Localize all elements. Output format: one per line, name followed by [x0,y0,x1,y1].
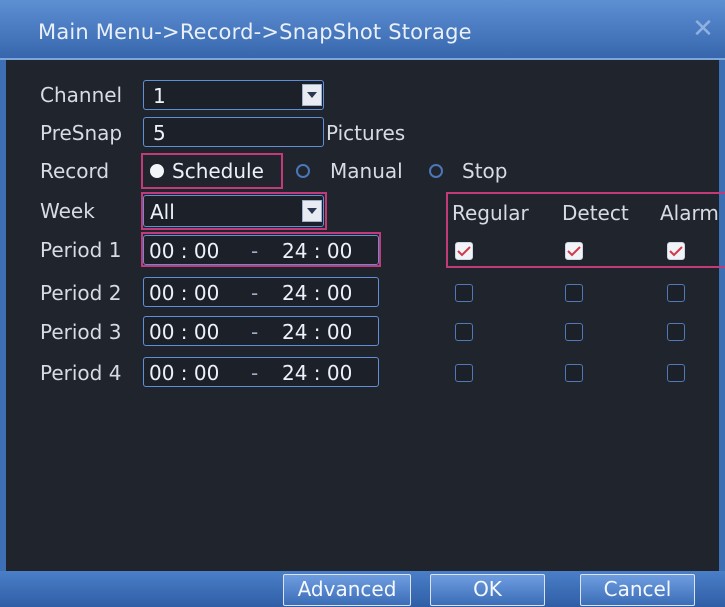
week-value: All [150,200,175,224]
chevron-down-icon [307,92,317,98]
presnap-label: PreSnap [40,121,123,145]
period-end-time[interactable]: 24 : 00 [282,239,352,263]
period3-alarm-checkbox[interactable] [667,323,685,341]
presnap-input[interactable]: 5 [143,117,324,147]
period-label: Period 4 [40,361,122,385]
period-time-range[interactable]: 00 : 00 - 24 : 00 [143,316,379,346]
radio-unselected-icon [429,164,443,178]
week-select[interactable]: All [143,195,324,227]
period3-regular-checkbox[interactable] [455,323,473,341]
period2-detect-checkbox[interactable] [565,284,583,302]
channel-value: 1 [153,84,166,108]
week-dropdown-button[interactable] [302,200,322,222]
period4-alarm-checkbox[interactable] [667,364,685,382]
period-label: Period 2 [40,281,122,305]
period-label: Period 3 [40,320,122,344]
column-header-alarm: Alarm [660,201,719,225]
period-end-time[interactable]: 24 : 00 [282,320,352,344]
window-title: Main Menu->Record->SnapShot Storage [38,20,472,44]
title-bar: Main Menu->Record->SnapShot Storage ✕ [0,0,725,60]
period-start-time[interactable]: 00 : 00 [149,239,219,263]
period1-alarm-checkbox[interactable] [667,242,685,260]
advanced-button[interactable]: Advanced [283,574,411,606]
period3-detect-checkbox[interactable] [565,323,583,341]
period-separator: - [251,239,259,263]
ok-button[interactable]: OK [430,574,545,606]
checkmark-icon [457,246,471,257]
period1-regular-checkbox[interactable] [455,242,473,260]
cancel-button[interactable]: Cancel [580,574,695,606]
channel-select[interactable]: 1 [143,80,324,110]
period-time-range[interactable]: 00 : 00 - 24 : 00 [143,357,379,387]
period-separator: - [251,361,259,385]
week-label: Week [40,199,95,223]
snapshot-storage-window: Main Menu->Record->SnapShot Storage ✕ Ch… [0,0,725,607]
chevron-down-icon [307,208,317,214]
period2-regular-checkbox[interactable] [455,284,473,302]
presnap-value: 5 [153,121,166,145]
period-separator: - [251,320,259,344]
period4-regular-checkbox[interactable] [455,364,473,382]
period-end-time[interactable]: 24 : 00 [282,361,352,385]
record-label: Record [40,159,110,183]
period-start-time[interactable]: 00 : 00 [149,361,219,385]
record-option-label: Manual [330,159,403,183]
period-time-range[interactable]: 00 : 00 - 24 : 00 [143,277,379,307]
period-label: Period 1 [40,238,122,262]
period4-detect-checkbox[interactable] [565,364,583,382]
period-separator: - [251,281,259,305]
column-header-detect: Detect [562,201,629,225]
period-end-time[interactable]: 24 : 00 [282,281,352,305]
record-option-label: Stop [462,159,508,183]
period2-alarm-checkbox[interactable] [667,284,685,302]
radio-unselected-icon [296,164,310,178]
period-start-time[interactable]: 00 : 00 [149,281,219,305]
checkmark-icon [567,246,581,257]
presnap-unit: Pictures [326,121,406,145]
record-option-label: Schedule [172,159,264,183]
channel-label: Channel [40,83,123,107]
close-icon[interactable]: ✕ [686,14,720,44]
period-start-time[interactable]: 00 : 00 [149,320,219,344]
radio-selected-icon [150,164,164,178]
period-time-range[interactable]: 00 : 00 - 24 : 00 [143,235,379,265]
checkmark-icon [669,246,683,257]
period1-detect-checkbox[interactable] [565,242,583,260]
column-header-regular: Regular [452,201,529,225]
channel-dropdown-button[interactable] [302,84,322,106]
